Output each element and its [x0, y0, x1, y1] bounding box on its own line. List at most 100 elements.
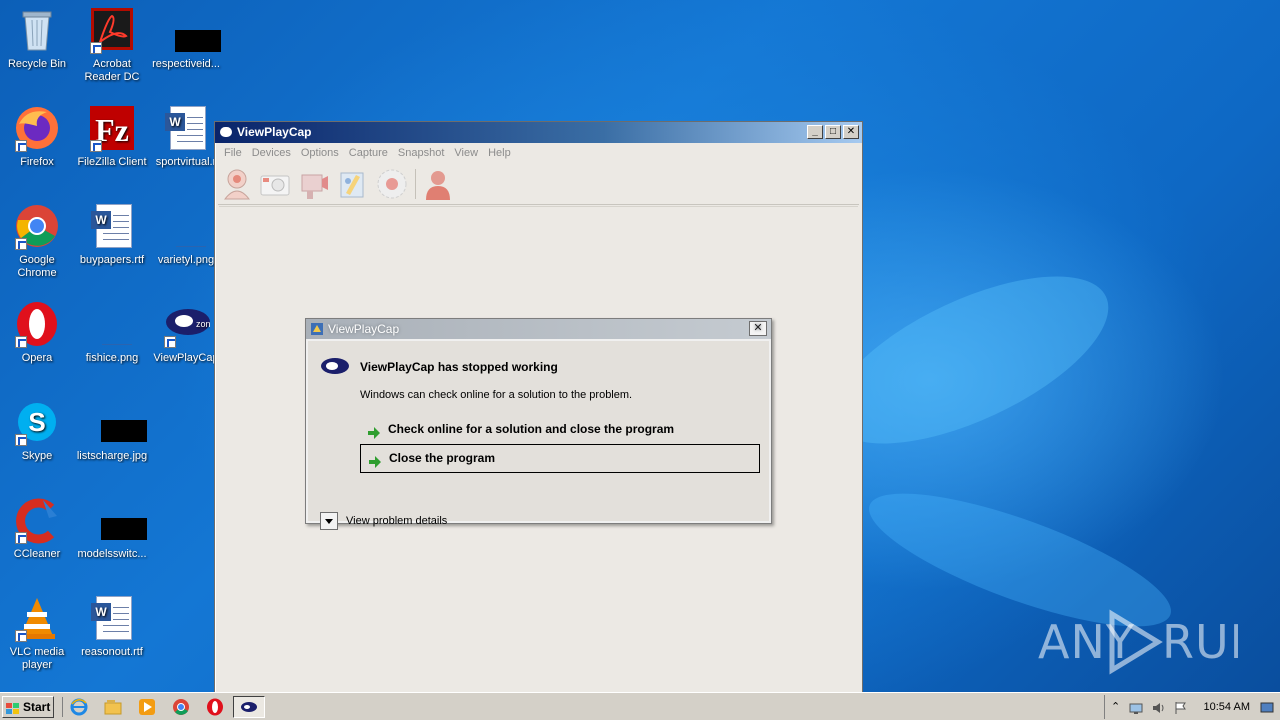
maximize-button[interactable]: □ — [825, 125, 841, 139]
menu-capture[interactable]: Capture — [344, 147, 393, 159]
shortcut-arrow-icon — [15, 532, 27, 544]
desktop-icon-respectiveid[interactable]: respectiveid... — [149, 6, 223, 71]
window-titlebar[interactable]: ViewPlayCap _ □ ✕ — [215, 122, 862, 143]
desktop-icon-label: CCleaner — [13, 548, 61, 560]
menu-options[interactable]: Options — [296, 147, 344, 159]
close-program-label: Close the program — [389, 451, 496, 465]
dialog-titlebar[interactable]: ViewPlayCap ✕ — [306, 319, 771, 339]
viewplaycap-icon — [320, 356, 350, 376]
media-player-icon[interactable] — [138, 698, 156, 716]
opera-icon[interactable] — [206, 698, 224, 716]
black-thumbnail-icon — [88, 496, 147, 544]
menu-snapshot[interactable]: Snapshot — [393, 147, 449, 159]
shortcut-arrow-icon — [90, 42, 102, 54]
desktop-icon-chrome[interactable]: Google Chrome — [0, 202, 74, 280]
desktop-icon-listscharge[interactable]: listscharge.jpg — [75, 398, 149, 463]
chevron-down-icon[interactable] — [320, 512, 338, 530]
desktop-icon-recycle-bin[interactable]: Recycle Bin — [0, 6, 74, 71]
desktop-icon-filezilla[interactable]: Fz FileZilla Client — [75, 104, 149, 169]
desktop-icon-label: Opera — [21, 352, 53, 364]
black-thumbnail-icon — [88, 398, 147, 446]
vlc-icon — [13, 594, 61, 642]
tray-expand-button[interactable]: ⌃ — [1111, 701, 1125, 715]
desktop-icon-label: Recycle Bin — [7, 58, 67, 70]
viewplaycap-task[interactable] — [233, 696, 265, 718]
desktop: Recycle Bin Firefox Google Chrome Opera … — [0, 0, 1280, 692]
dialog-body: ViewPlayCap has stopped working Windows … — [306, 339, 771, 530]
desktop-icon-label: modelsswitc... — [77, 548, 147, 560]
desktop-icon-varietyl[interactable]: varietyl.png — [149, 202, 223, 267]
menu-file[interactable]: File — [219, 147, 247, 159]
webcam-icon[interactable] — [220, 167, 254, 201]
svg-text:RUN: RUN — [1162, 615, 1238, 669]
menu-help[interactable]: Help — [483, 147, 516, 159]
explorer-icon[interactable] — [104, 698, 122, 716]
camera-icon[interactable] — [258, 167, 292, 201]
paint-icon[interactable] — [336, 167, 370, 201]
check-online-label: Check online for a solution and close th… — [388, 422, 675, 436]
chrome-icon — [13, 202, 61, 250]
action-center-flag-icon[interactable] — [1173, 701, 1187, 715]
desktop-icon-label: buypapers.rtf — [79, 254, 145, 266]
svg-text:S: S — [28, 407, 45, 437]
network-icon[interactable] — [1129, 701, 1143, 715]
clock[interactable]: 10:54 AM — [1204, 701, 1250, 713]
dialog-close-button[interactable]: ✕ — [749, 321, 767, 336]
desktop-icon-label: Skype — [21, 450, 53, 462]
menu-devices[interactable]: Devices — [247, 147, 296, 159]
user-icon[interactable] — [421, 167, 455, 201]
acrobat-icon — [88, 6, 136, 54]
minimize-button[interactable]: _ — [807, 125, 823, 139]
desktop-icon-modelsswitch[interactable]: modelsswitc... — [75, 496, 149, 561]
volume-icon[interactable] — [1151, 701, 1165, 715]
ie-icon[interactable] — [70, 698, 88, 716]
shortcut-arrow-icon — [15, 140, 27, 152]
filezilla-icon: Fz — [88, 104, 136, 152]
shortcut-arrow-icon — [164, 336, 176, 348]
desktop-icon-firefox[interactable]: Firefox — [0, 104, 74, 169]
show-desktop-icon[interactable] — [1260, 701, 1274, 715]
desktop-icon-reasonout[interactable]: W reasonout.rtf — [75, 594, 149, 659]
desktop-icon-label: respectiveid... — [152, 58, 220, 70]
opera-icon — [13, 300, 61, 348]
word-document-icon: W — [162, 104, 210, 152]
desktop-icon-opera[interactable]: Opera — [0, 300, 74, 365]
desktop-icon-viewplaycap[interactable]: zon ViewPlayCap — [149, 300, 223, 365]
view-problem-details[interactable]: View problem details — [320, 512, 447, 530]
dialog-description: Windows can check online for a solution … — [360, 389, 633, 401]
desktop-icon-fishice[interactable]: fishice.png — [75, 300, 149, 365]
check-online-command[interactable]: Check online for a solution and close th… — [360, 416, 760, 445]
menu-view[interactable]: View — [449, 147, 483, 159]
desktop-icon-acrobat[interactable]: Acrobat Reader DC — [75, 6, 149, 84]
black-thumbnail-icon — [162, 6, 221, 54]
dialog-title: ViewPlayCap — [328, 322, 400, 336]
dialog-heading: ViewPlayCap has stopped working — [360, 360, 558, 374]
ccleaner-icon — [13, 496, 61, 544]
shortcut-arrow-icon — [15, 434, 27, 446]
video-camera-icon[interactable] — [297, 167, 331, 201]
start-button[interactable]: Start — [2, 696, 54, 718]
desktop-icon-label: FileZilla Client — [77, 156, 147, 168]
firefox-icon — [13, 104, 61, 152]
chrome-icon[interactable] — [172, 698, 190, 716]
desktop-icon-label: ViewPlayCap — [153, 352, 219, 364]
desktop-icon-label: Acrobat Reader DC — [84, 58, 140, 83]
start-label: Start — [23, 700, 51, 714]
desktop-icon-skype[interactable]: S Skype — [0, 398, 74, 463]
desktop-icon-label: reasonout.rtf — [81, 646, 143, 658]
desktop-icon-ccleaner[interactable]: CCleaner — [0, 496, 74, 561]
desktop-icon-sportvirtual[interactable]: W sportvirtual.r — [149, 104, 223, 169]
close-program-command[interactable]: Close the program — [360, 444, 760, 473]
view-problem-details-label: View problem details — [346, 515, 448, 527]
record-icon[interactable] — [375, 167, 409, 201]
shortcut-arrow-icon — [90, 140, 102, 152]
desktop-icon-buypapers[interactable]: W buypapers.rtf — [75, 202, 149, 267]
viewplaycap-icon: zon — [162, 300, 211, 348]
word-document-icon: W — [88, 202, 136, 250]
close-button[interactable]: ✕ — [843, 125, 859, 139]
svg-text:zon: zon — [196, 319, 210, 329]
desktop-icon-vlc[interactable]: VLC media player — [0, 594, 74, 672]
desktop-icon-label: varietyl.png — [157, 254, 215, 266]
taskbar: Start ⌃ 10:54 AM — [0, 692, 1280, 720]
word-document-icon: W — [88, 594, 136, 642]
